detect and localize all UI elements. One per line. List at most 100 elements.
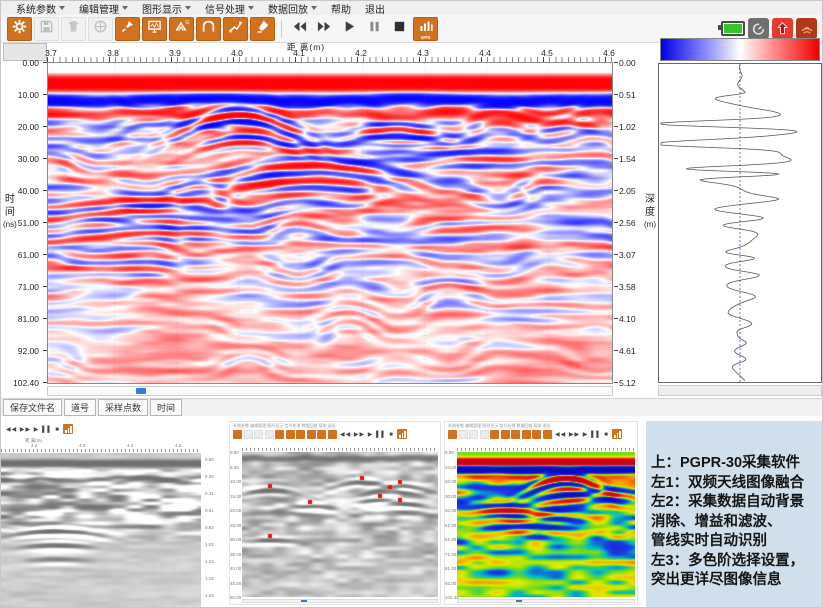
mini-toolbar-button [244,430,253,439]
trace-panel-footer [658,385,822,396]
depth-tick-mark [614,62,618,63]
time-tick-label: 10.00 [1,90,39,100]
depth-tick-label: 4.61 [619,346,636,356]
gain-curve-button[interactable] [223,17,248,41]
radar-icon[interactable] [796,18,817,39]
svg-text:G: G [185,20,189,26]
mini-axis-label: 45.00 [230,581,241,586]
speedometer-icon [748,18,769,39]
window-button[interactable] [88,17,113,41]
mini-axis-label: 4.2 [31,443,37,448]
menu-item-4[interactable]: 数据回放 [261,1,324,16]
time-tick-label: 30.00 [1,154,39,164]
mini-axis-label: 20.00 [445,479,456,484]
mini-ruler [242,448,438,451]
mini-toolbar-button [254,430,263,439]
menu-item-label: 帮助 [331,1,351,16]
mini-axis-label: 1.02 [205,542,214,547]
mini-gps-button [612,429,622,439]
mini-axis-label: 92.00 [445,581,456,586]
antenna-gain-button[interactable]: G [169,17,194,41]
clear-button[interactable] [250,17,275,41]
status-tab-3[interactable]: 时间 [150,399,182,416]
delete-button[interactable] [61,17,86,41]
stop-button[interactable] [388,18,411,40]
menu-item-label: 系统参数 [16,1,56,16]
menu-item-0[interactable]: 系统参数 [9,1,72,16]
mini-toolbar-button [522,430,531,439]
window-icon [93,19,108,39]
mini-toolbar: ◀◀ ▶▶ ▶ ▌▌ ■ [233,429,407,439]
menu-item-label: 编辑管理 [79,1,119,16]
mini-toolbar-button [265,430,274,439]
mini-toolbar-button [317,430,326,439]
status-tab-0[interactable]: 保存文件名 [3,399,62,416]
hscrollbar-thumb[interactable] [136,388,146,394]
depth-tick-mark [614,286,618,287]
radargram-canvas[interactable] [48,63,612,383]
thumb2-canvas [242,452,438,597]
chevron-down-icon [311,6,317,10]
caption-panel: 上：PGPR-30采集软件左1：双频天线图像融合左2：采集数据自动背景消除、增益… [646,421,823,608]
status-tab-2[interactable]: 采样点数 [98,399,148,416]
radargram-hscrollbar[interactable] [47,386,613,396]
time-tick-label: 20.00 [1,122,39,132]
depth-tick-mark [614,222,618,223]
thumb3-canvas [457,452,635,597]
gps-icon [419,18,433,36]
thumbnail-auto-processing: 系统参数 编辑管理 图形显示 信号处理 数据回放 帮助 退出◀◀ ▶▶ ▶ ▌▌… [229,421,441,605]
menu-item-1[interactable]: 编辑管理 [72,1,135,16]
menu-item-6[interactable]: 退出 [358,1,392,16]
pause-button[interactable] [363,18,386,40]
display-icon [147,19,162,39]
caption-line: 左2：采集数据自动背景 [651,493,820,513]
mini-axis-label: 0.82 [205,525,214,530]
mini-axis-label: 10.00 [230,479,241,484]
mini-axis-label: 5.00 [230,465,239,470]
time-tick-label: 0.00 [1,58,39,68]
rewind-button[interactable] [288,18,311,40]
menu-item-label: 信号处理 [205,1,245,16]
fast-forward-button[interactable] [313,18,336,40]
mini-axis-label: 40.00 [445,508,456,513]
antenna-gain-icon: G [174,19,189,39]
mini-axis-label: 0.41 [205,491,214,496]
menu-item-2[interactable]: 图形显示 [135,1,198,16]
depth-tick-mark [614,254,618,255]
upload-icon[interactable] [772,18,793,39]
mini-toolbar: ◀◀ ▶▶ ▶ ▌▌ ■ [4,424,73,434]
status-tab-1[interactable]: 道号 [64,399,96,416]
depth-tick-mark [614,382,618,383]
gate-button[interactable] [196,17,221,41]
mini-axis-label: 0.20 [205,474,214,479]
chevron-down-icon [248,6,254,10]
depth-tick-label: 0.00 [619,58,636,68]
mini-toolbar-button [543,430,552,439]
mini-axis-label: 1.64 [205,593,214,598]
save-button[interactable] [34,17,59,41]
depth-tick-mark [614,190,618,191]
time-tick-label: 81.00 [1,314,39,324]
gps-button-label: GPS [421,36,431,40]
mini-toolbar-button [275,430,284,439]
depth-tick-label: 5.12 [619,378,636,388]
mini-toolbar-button [490,430,499,439]
delete-icon [66,19,81,39]
menu-item-label: 图形显示 [142,1,182,16]
display-button[interactable] [142,17,167,41]
mini-axis-label: 1.43 [205,576,214,581]
menu-item-3[interactable]: 信号处理 [198,1,261,16]
settings-button[interactable] [7,17,32,41]
pin-button[interactable] [115,17,140,41]
depth-tick-label: 2.56 [619,218,636,228]
save-icon [39,19,54,39]
depth-tick-label: 1.02 [619,122,636,132]
depth-tick-label: 2.05 [619,186,636,196]
gps-button[interactable]: GPS [413,17,438,41]
mini-toolbar-button [296,430,305,439]
amplitude-colorbar [660,38,820,61]
menu-item-5[interactable]: 帮助 [324,1,358,16]
mini-toolbar-button [469,430,478,439]
play-button[interactable] [338,18,361,40]
mini-axis-label: 15.00 [230,494,241,499]
